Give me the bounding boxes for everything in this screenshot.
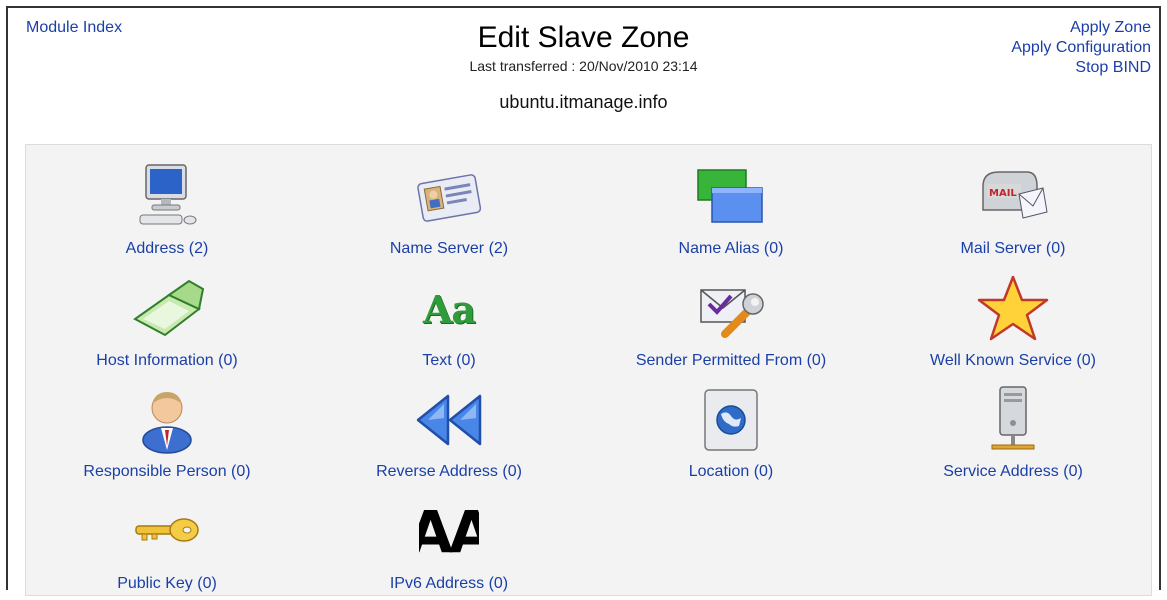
record-type-responsible-person[interactable]: Responsible Person (0): [26, 376, 308, 488]
record-type-label[interactable]: Reverse Address (0): [308, 463, 590, 481]
computer-icon[interactable]: [127, 163, 207, 231]
person-icon[interactable]: [127, 386, 207, 454]
record-type-label[interactable]: Mail Server (0): [872, 240, 1154, 258]
record-type-mail-server[interactable]: MAIL Mail Server (0): [872, 153, 1154, 265]
id-card-icon[interactable]: [409, 163, 489, 231]
record-type-label[interactable]: Location (0): [590, 463, 872, 481]
svg-text:MAIL: MAIL: [989, 188, 1017, 199]
mail-wrench-icon[interactable]: [691, 275, 771, 343]
record-type-label[interactable]: Text (0): [308, 352, 590, 370]
record-type-label[interactable]: IPv6 Address (0): [308, 575, 590, 593]
last-transferred-text: Last transferred : 20/Nov/2010 23:14: [469, 58, 698, 74]
record-type-name-alias[interactable]: Name Alias (0): [590, 153, 872, 265]
record-type-label[interactable]: Well Known Service (0): [872, 352, 1154, 370]
record-type-address[interactable]: Address (2): [26, 153, 308, 265]
record-type-label[interactable]: Service Address (0): [872, 463, 1154, 481]
record-type-well-known-service[interactable]: Well Known Service (0): [872, 265, 1154, 377]
key-icon[interactable]: [127, 498, 207, 566]
record-type-label[interactable]: Name Alias (0): [590, 240, 872, 258]
globe-icon[interactable]: [691, 386, 771, 454]
star-icon[interactable]: [973, 275, 1053, 343]
record-type-label[interactable]: Sender Permitted From (0): [590, 352, 872, 370]
laptop-icon[interactable]: [127, 275, 207, 343]
record-type-service-address[interactable]: Service Address (0): [872, 376, 1154, 488]
record-type-name-server[interactable]: Name Server (2): [308, 153, 590, 265]
mailbox-icon[interactable]: MAIL: [973, 163, 1053, 231]
record-type-label[interactable]: Host Information (0): [26, 352, 308, 370]
apply-configuration-link[interactable]: Apply Configuration: [1011, 38, 1151, 58]
record-types-grid: Address (2) Name Server (2) Name Alias (…: [26, 145, 1151, 595]
zone-name: ubuntu.itmanage.info: [499, 92, 668, 112]
apply-zone-link[interactable]: Apply Zone: [1011, 18, 1151, 38]
right-links: Apply Zone Apply Configuration Stop BIND: [1011, 18, 1151, 78]
record-type-public-key[interactable]: Public Key (0): [26, 488, 308, 600]
record-type-label[interactable]: Responsible Person (0): [26, 463, 308, 481]
ipv6-aa-glyph: AA: [419, 498, 479, 566]
page-title: Edit Slave Zone: [477, 21, 690, 54]
record-type-label[interactable]: Name Server (2): [308, 240, 590, 258]
record-type-label[interactable]: Public Key (0): [26, 575, 308, 593]
server-icon[interactable]: [973, 386, 1053, 454]
record-type-sender-permitted-from[interactable]: Sender Permitted From (0): [590, 265, 872, 377]
text-aa-icon[interactable]: Aa: [409, 275, 489, 343]
text-aa-glyph: Aa: [422, 286, 476, 332]
record-type-location[interactable]: Location (0): [590, 376, 872, 488]
record-type-host-information[interactable]: Host Information (0): [26, 265, 308, 377]
page-frame: Module Index Edit Slave Zone Last transf…: [6, 6, 1161, 596]
ipv6-aa-icon[interactable]: AA: [419, 498, 479, 566]
windows-icon[interactable]: [691, 163, 771, 231]
stop-bind-link[interactable]: Stop BIND: [1011, 58, 1151, 78]
record-type-reverse-address[interactable]: Reverse Address (0): [308, 376, 590, 488]
record-type-text[interactable]: Aa Text (0): [308, 265, 590, 377]
rewind-icon[interactable]: [409, 386, 489, 454]
record-types-panel: Address (2) Name Server (2) Name Alias (…: [25, 144, 1152, 596]
record-type-ipv6-address[interactable]: AA IPv6 Address (0): [308, 488, 590, 600]
record-type-label[interactable]: Address (2): [26, 240, 308, 258]
